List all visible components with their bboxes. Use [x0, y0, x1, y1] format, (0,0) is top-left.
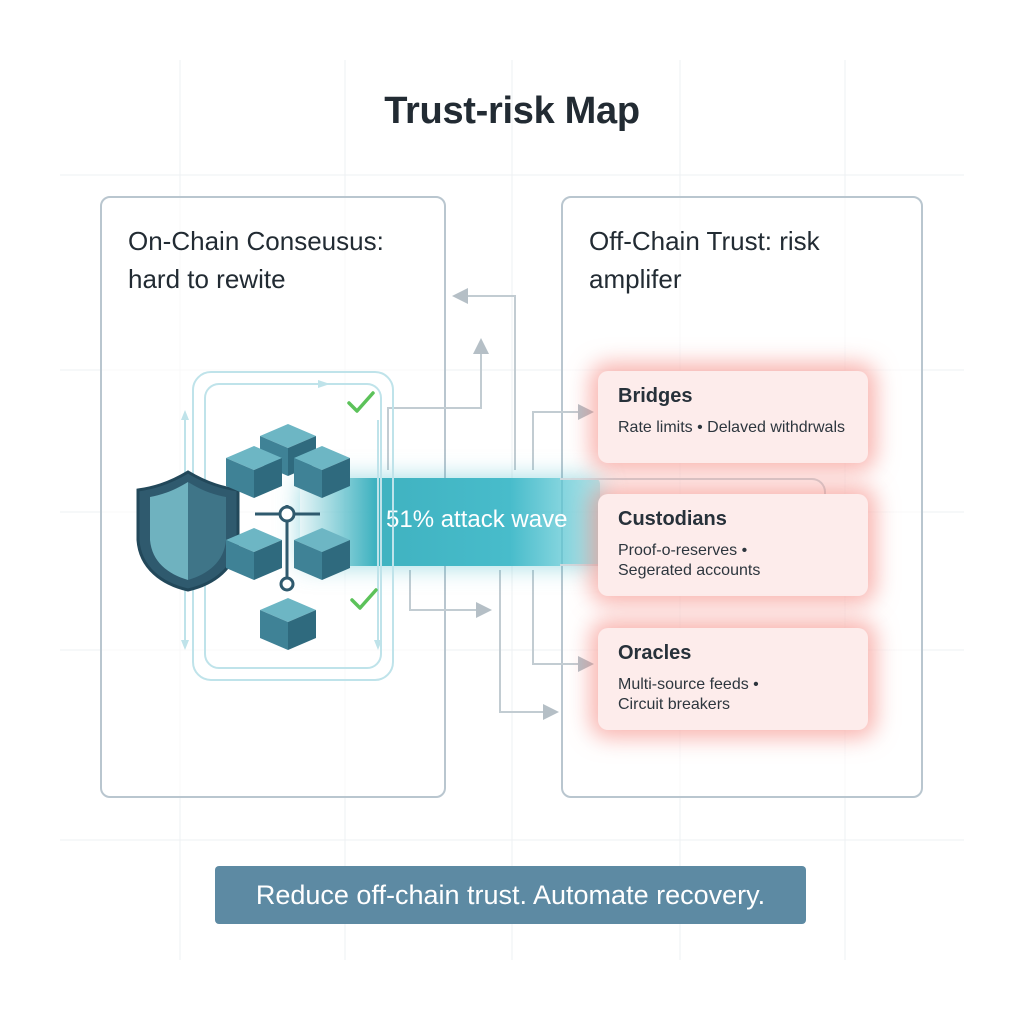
card-oracles-text-line2: Circuit breakers [618, 696, 731, 713]
card-bridges-title: Bridges [618, 385, 693, 407]
card-oracles: Oracles Multi-source feeds • Circuit bre… [598, 628, 868, 730]
card-custodians-text-line1: Proof-o-reserves • [618, 542, 748, 559]
card-oracles-text-line1: Multi-source feeds • [618, 676, 759, 693]
card-custodians-text-line2: Segerated accounts [618, 562, 761, 579]
checkmark-icon [347, 391, 378, 610]
card-bridges: Bridges Rate limits • Delaved withdrwals [598, 371, 868, 463]
card-oracles-title: Oracles [618, 642, 692, 664]
card-bridges-text: Rate limits • Delaved withdrwals [618, 419, 846, 436]
card-custodians: Custodians Proof-o-reserves • Segerated … [598, 494, 868, 596]
summary-banner: Reduce off-chain trust. Automate recover… [215, 866, 806, 924]
card-custodians-title: Custodians [618, 508, 727, 530]
shield-icon [136, 470, 240, 592]
